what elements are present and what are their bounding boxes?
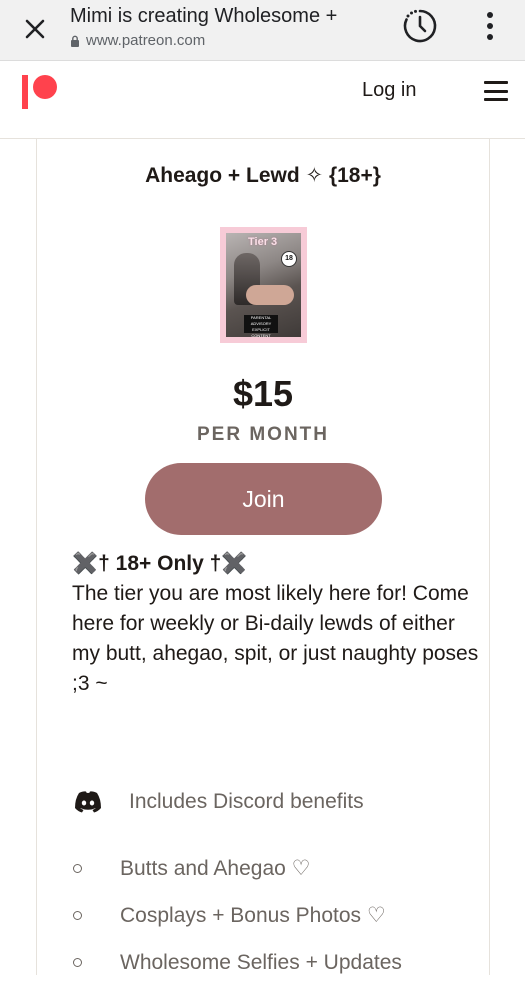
close-tab-button[interactable] xyxy=(18,12,52,46)
more-options-button[interactable] xyxy=(476,8,504,44)
age-badge: 18 xyxy=(281,251,297,267)
join-button[interactable]: Join xyxy=(145,463,382,535)
benefits-list: Butts and Ahegao ♡ Cosplays + Bonus Phot… xyxy=(73,845,489,986)
bullet-icon xyxy=(73,911,82,920)
hamburger-icon[interactable] xyxy=(484,81,508,101)
close-icon xyxy=(25,19,45,39)
description-body: The tier you are most likely here for! C… xyxy=(72,582,479,695)
url-text: www.patreon.com xyxy=(86,32,206,49)
list-item: Butts and Ahegao ♡ xyxy=(73,845,489,892)
site-header: Log in xyxy=(0,61,525,139)
list-item: Cosplays + Bonus Photos ♡ xyxy=(73,892,489,939)
lock-icon xyxy=(71,35,79,47)
page-title: Mimi is creating Wholesome + xyxy=(70,5,338,27)
login-link[interactable]: Log in xyxy=(362,79,417,102)
url-bar[interactable]: www.patreon.com xyxy=(70,32,205,49)
parental-advisory-label: PARENTAL ADVISORY EXPLICIT CONTENT xyxy=(244,315,278,337)
history-icon xyxy=(403,9,437,43)
more-vert-icon xyxy=(487,12,493,18)
discord-benefit-label: Includes Discord benefits xyxy=(129,790,364,813)
history-button[interactable] xyxy=(398,6,442,46)
tier-price: $15 xyxy=(232,373,294,414)
price-period: PER MONTH xyxy=(197,424,329,445)
tier-card: Aheago + Lewd ✧ {18+} Tier 3 18 PARENTAL… xyxy=(36,139,490,975)
list-item: Wholesome Selfies + Updates xyxy=(73,939,489,986)
discord-icon xyxy=(75,791,101,813)
browser-toolbar: Mimi is creating Wholesome + www.patreon… xyxy=(0,0,525,61)
patreon-logo[interactable] xyxy=(22,75,62,111)
description-headline: ✖️† 18+ Only †✖️ xyxy=(72,552,248,575)
bullet-icon xyxy=(73,958,82,967)
tier-image: Tier 3 18 PARENTAL ADVISORY EXPLICIT CON… xyxy=(220,227,307,343)
discord-benefit: Includes Discord benefits xyxy=(73,787,473,817)
tier-image-label: Tier 3 xyxy=(248,236,278,248)
tier-description: ✖️† 18+ Only †✖️ The tier you are most l… xyxy=(72,549,482,699)
bullet-icon xyxy=(73,864,82,873)
tier-title: Aheago + Lewd ✧ {18+} xyxy=(145,164,381,187)
